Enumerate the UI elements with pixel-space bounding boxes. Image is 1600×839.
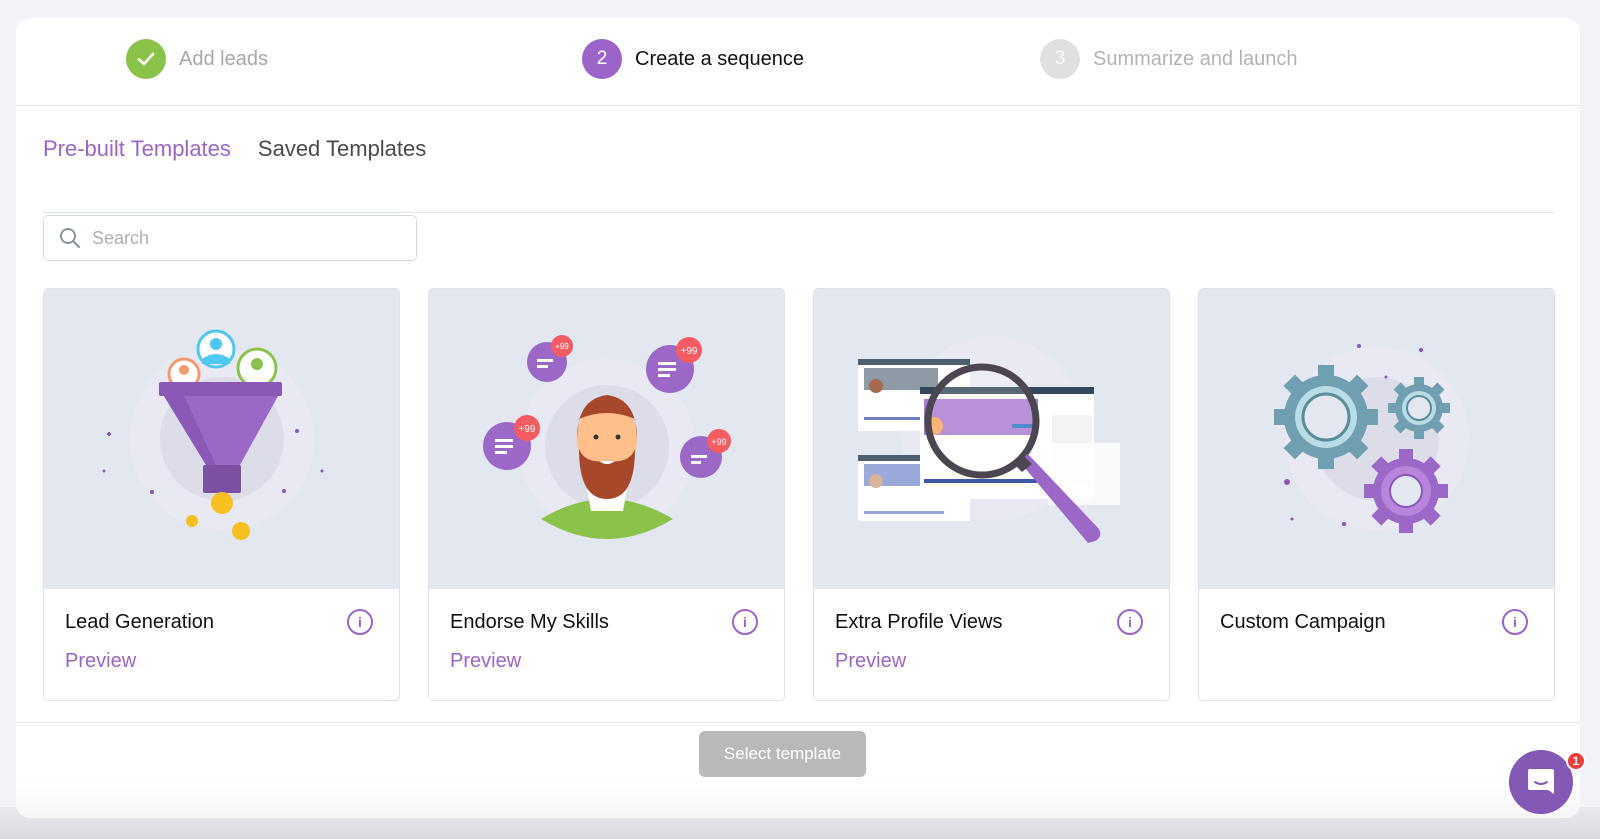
- template-tabs: Pre-built Templates Saved Templates: [43, 136, 1555, 213]
- svg-text:+99: +99: [519, 424, 536, 435]
- tab-prebuilt-templates[interactable]: Pre-built Templates: [43, 136, 231, 162]
- search-box: [43, 215, 417, 261]
- funnel-illustration: [44, 289, 399, 589]
- template-card-extra-profile-views[interactable]: Extra Profile Views i Preview: [813, 288, 1170, 701]
- info-icon[interactable]: i: [1117, 609, 1143, 635]
- search-input[interactable]: [92, 227, 392, 249]
- chat-icon: [1528, 769, 1554, 794]
- step-number: 2: [582, 39, 622, 79]
- svg-text:+99: +99: [555, 342, 569, 351]
- info-icon[interactable]: i: [1502, 609, 1528, 635]
- template-card-custom-campaign[interactable]: Custom Campaign i: [1198, 288, 1555, 701]
- magnifier-illustration: [814, 289, 1169, 589]
- step-label: Create a sequence: [635, 47, 805, 70]
- step-label: Summarize and launch: [1093, 47, 1298, 70]
- card-title: Endorse My Skills: [450, 611, 609, 633]
- info-icon[interactable]: i: [347, 609, 373, 635]
- preview-link[interactable]: Preview: [835, 650, 906, 673]
- step-create-sequence[interactable]: 2 Create a sequence: [582, 39, 804, 79]
- step-summarize-launch[interactable]: 3 Summarize and launch: [1040, 39, 1298, 79]
- check-icon: [126, 39, 166, 79]
- wizard-panel: Add leads 2 Create a sequence 3 Summariz…: [16, 18, 1580, 818]
- preview-link[interactable]: Preview: [450, 650, 521, 673]
- chat-unread-badge: 1: [1566, 751, 1586, 771]
- card-title: Extra Profile Views: [835, 611, 1003, 633]
- card-title: Lead Generation: [65, 611, 215, 633]
- template-cards: Lead Generation i Preview +99 +99 +99 +9…: [43, 288, 1555, 701]
- step-label: Add leads: [179, 47, 268, 70]
- template-card-endorse-my-skills[interactable]: +99 +99 +99 +99 Endorse My Skills i Prev…: [428, 288, 785, 701]
- select-template-button[interactable]: Select template: [699, 731, 866, 777]
- stepper: Add leads 2 Create a sequence 3 Summariz…: [16, 18, 1580, 106]
- gears-illustration: [1199, 289, 1554, 589]
- tab-saved-templates[interactable]: Saved Templates: [258, 136, 426, 162]
- card-title: Custom Campaign: [1220, 611, 1386, 633]
- template-card-lead-generation[interactable]: Lead Generation i Preview: [43, 288, 400, 701]
- search-icon: [60, 228, 81, 249]
- svg-text:+99: +99: [711, 437, 726, 447]
- endorse-illustration: +99 +99 +99 +99: [429, 289, 784, 589]
- chat-launcher-button[interactable]: [1509, 750, 1573, 814]
- step-number: 3: [1040, 39, 1080, 79]
- preview-link[interactable]: Preview: [65, 650, 136, 673]
- step-add-leads[interactable]: Add leads: [126, 39, 268, 79]
- info-icon[interactable]: i: [732, 609, 758, 635]
- svg-text:+99: +99: [681, 346, 698, 357]
